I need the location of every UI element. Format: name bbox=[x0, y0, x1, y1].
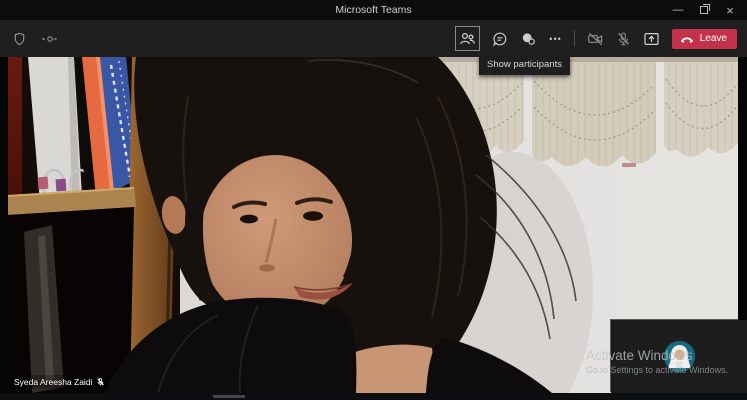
leave-button-label: Leave bbox=[700, 33, 727, 44]
shield-icon[interactable] bbox=[12, 31, 27, 47]
share-screen-icon bbox=[643, 31, 660, 47]
show-participants-tooltip: Show participants bbox=[479, 56, 570, 75]
window-controls: — × bbox=[667, 0, 741, 20]
toolbar-divider bbox=[574, 31, 575, 47]
meeting-toolbar: ••• bbox=[0, 20, 747, 57]
share-screen-button[interactable] bbox=[643, 31, 660, 47]
participant-name-text: Syeda Areesha Zaidi bbox=[14, 377, 92, 387]
chat-button[interactable] bbox=[492, 31, 508, 47]
restore-button[interactable] bbox=[693, 0, 715, 20]
self-avatar bbox=[664, 341, 695, 372]
horizontal-scrollbar[interactable] bbox=[0, 393, 747, 400]
mic-off-icon bbox=[616, 31, 631, 47]
restore-icon bbox=[700, 6, 708, 14]
scrollbar-thumb[interactable] bbox=[213, 395, 245, 398]
camera-off-icon bbox=[587, 31, 604, 47]
camera-off-button[interactable] bbox=[587, 31, 604, 47]
show-participants-button[interactable] bbox=[455, 26, 480, 51]
mic-off-button[interactable] bbox=[616, 31, 631, 47]
more-options-button[interactable]: ••• bbox=[549, 34, 561, 44]
teams-window: Microsoft Teams — × bbox=[0, 0, 747, 400]
call-health-icon[interactable] bbox=[41, 31, 59, 47]
titlebar: Microsoft Teams — × bbox=[0, 0, 747, 20]
leave-button[interactable]: Leave bbox=[672, 29, 737, 49]
reactions-button[interactable] bbox=[520, 31, 537, 47]
hang-up-icon bbox=[680, 34, 694, 44]
hijab-avatar-image bbox=[664, 341, 695, 372]
muted-mic-icon bbox=[96, 377, 105, 387]
self-view-pip[interactable] bbox=[611, 320, 747, 393]
minimize-button[interactable]: — bbox=[667, 0, 689, 20]
participants-icon bbox=[459, 31, 476, 47]
participant-name-label: Syeda Areesha Zaidi bbox=[10, 375, 109, 389]
close-button[interactable]: × bbox=[719, 0, 741, 20]
toolbar-right-group: ••• bbox=[455, 20, 737, 57]
chat-icon bbox=[492, 31, 508, 47]
window-title: Microsoft Teams bbox=[0, 0, 747, 20]
toolbar-left-group bbox=[12, 20, 59, 57]
reactions-icon bbox=[520, 31, 537, 47]
